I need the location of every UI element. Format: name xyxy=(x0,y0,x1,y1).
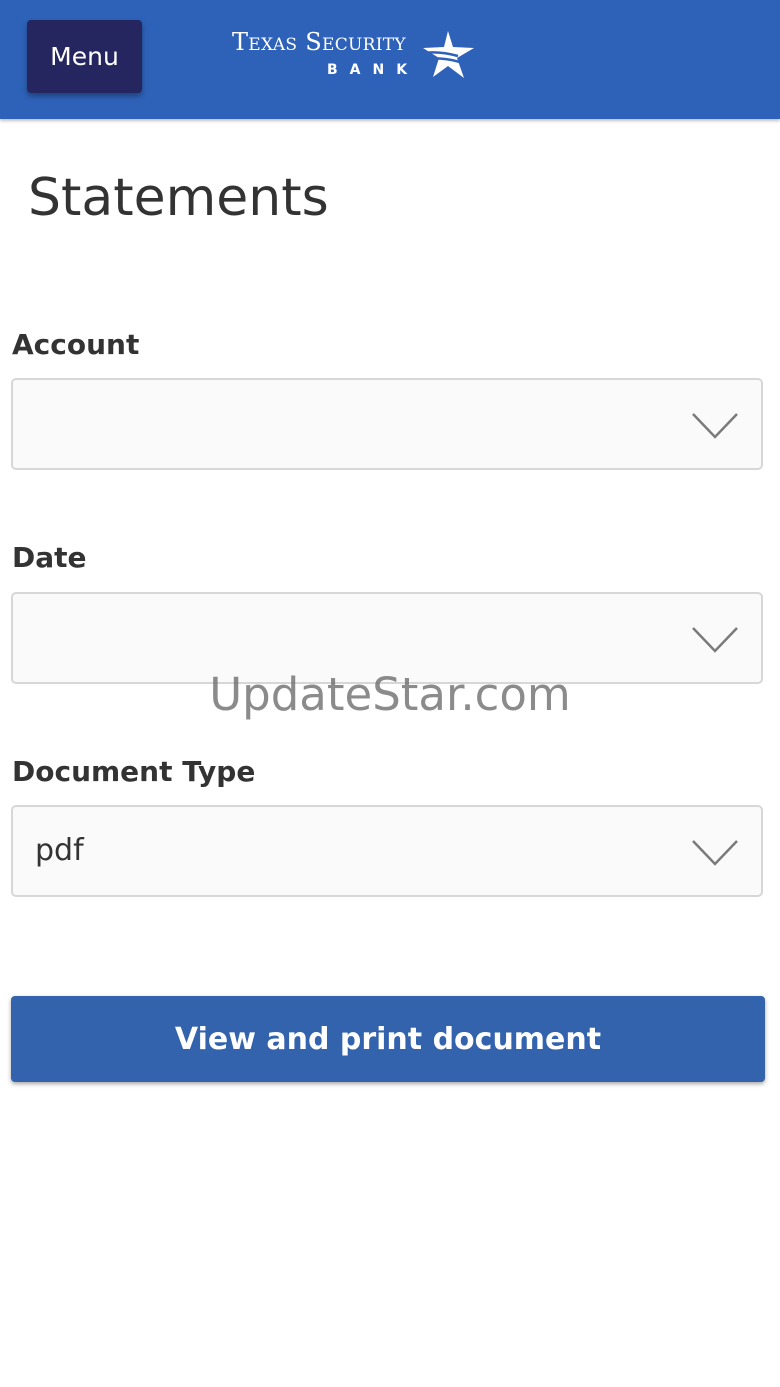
bank-logo[interactable]: Texas Security BANK xyxy=(232,28,477,84)
menu-button[interactable]: Menu xyxy=(27,20,142,93)
page-title: Statements xyxy=(28,168,329,228)
date-select[interactable] xyxy=(11,592,763,684)
view-print-document-button[interactable]: View and print document xyxy=(11,996,765,1082)
account-select[interactable] xyxy=(11,378,763,470)
menu-button-label: Menu xyxy=(50,42,119,71)
chevron-down-icon xyxy=(692,627,738,653)
app-header: Menu Texas Security BANK xyxy=(0,0,780,119)
document-type-select[interactable]: pdf xyxy=(11,805,763,897)
date-label: Date xyxy=(12,541,87,574)
account-label: Account xyxy=(12,328,140,361)
document-type-select-value: pdf xyxy=(35,833,84,868)
logo-subtext: BANK xyxy=(327,62,420,78)
document-type-label: Document Type xyxy=(12,755,256,788)
view-print-document-label: View and print document xyxy=(174,1021,602,1057)
logo-wordmark: Texas Security xyxy=(232,28,406,56)
chevron-down-icon xyxy=(692,413,738,439)
star-icon xyxy=(418,31,474,78)
chevron-down-icon xyxy=(692,840,738,866)
